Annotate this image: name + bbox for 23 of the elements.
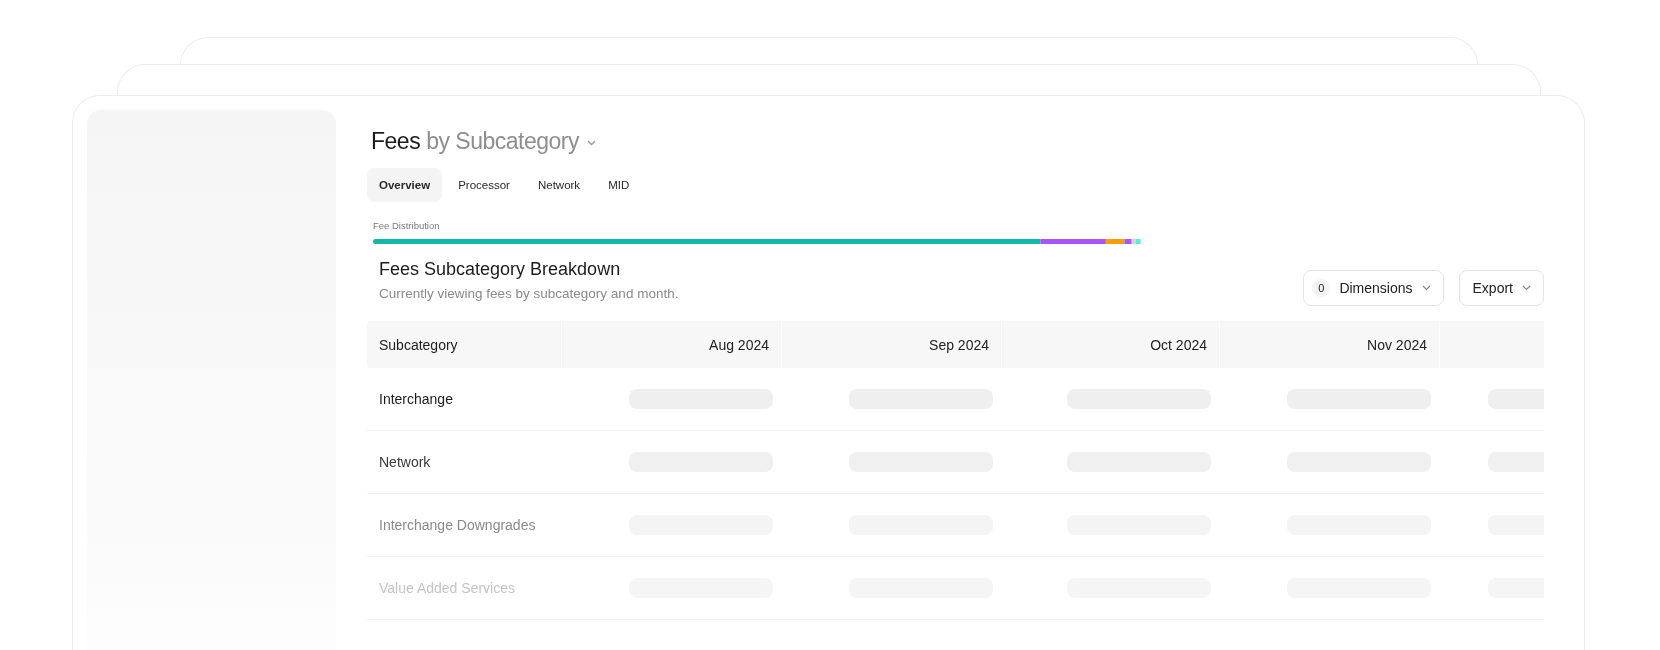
- page-title: Fees: [371, 127, 421, 155]
- count-badge: 0: [1312, 279, 1331, 297]
- tab[interactable]: Network: [525, 168, 593, 202]
- column-header: Sep 2024: [781, 321, 1001, 368]
- dimensions-button[interactable]: 0 Dimensions: [1303, 270, 1444, 306]
- chart-label: Fee Distribution: [373, 220, 441, 231]
- column-header: Subcategory: [378, 335, 459, 355]
- tab[interactable]: Overview: [367, 168, 443, 202]
- table-cell-text: Value Added Services: [378, 579, 516, 598]
- tab[interactable]: MID: [596, 168, 642, 202]
- export-button[interactable]: Export: [1458, 270, 1544, 306]
- chevron-icon[interactable]: [586, 140, 596, 146]
- section-title: Fees Subcategory Breakdown: [379, 259, 622, 280]
- column-header: Aug 2024: [561, 321, 781, 368]
- tab[interactable]: Processor: [446, 168, 522, 202]
- section-subtitle: Currently viewing fees by subcategory and month.: [379, 286, 679, 301]
- chevron-icon: [1421, 285, 1431, 291]
- table-cell-text: Interchange Downgrades: [378, 516, 537, 535]
- chevron-icon: [1522, 285, 1531, 291]
- column-header: Nov 2024: [1219, 321, 1439, 368]
- table-cell-text: Network: [378, 453, 432, 472]
- column-header: Oct 2024: [1001, 321, 1219, 368]
- table-cell-text: Interchange: [378, 390, 454, 409]
